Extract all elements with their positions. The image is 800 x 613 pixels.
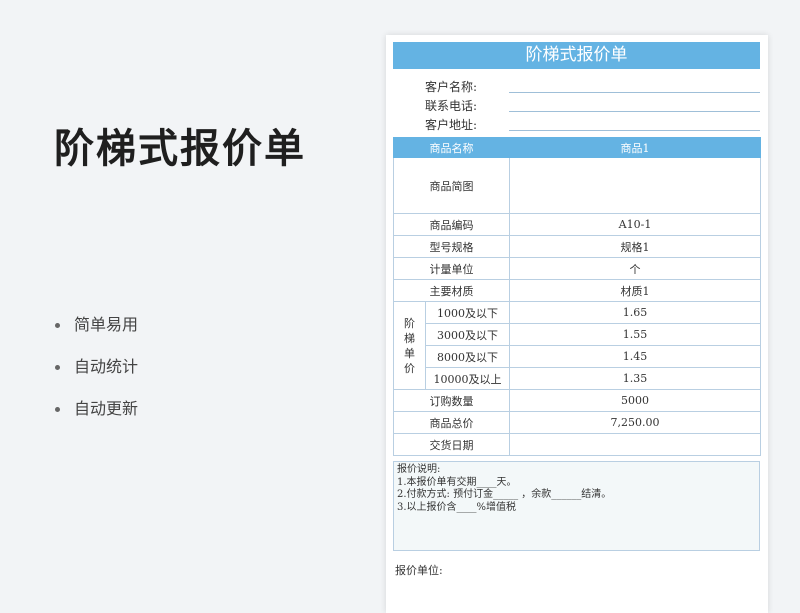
client-address-label: 客户地址: [425, 118, 478, 132]
table-row: 商品编码 A10-1 [393, 213, 761, 236]
table-row: 8000及以下 1.45 [394, 345, 761, 368]
table-row: 订购数量 5000 [393, 389, 761, 412]
row-label: 订购数量 [393, 389, 510, 412]
tier-label: 3000及以下 [425, 323, 510, 346]
tier-value[interactable]: 1.35 [509, 367, 761, 390]
table-row: 商品总价 7,250.00 [393, 411, 761, 434]
row-value[interactable]: 5000 [509, 389, 761, 412]
client-address-field[interactable] [509, 130, 760, 131]
row-label: 型号规格 [393, 235, 510, 258]
sheet-title: 阶梯式报价单 [393, 42, 760, 69]
row-label: 交货日期 [393, 433, 510, 456]
bullet-icon [55, 365, 60, 370]
row-value[interactable]: 材质1 [509, 279, 761, 302]
table-row: 计量单位 个 [393, 257, 761, 280]
quote-table: 商品名称 商品1 商品简图 商品编码 A10-1 型号规格 规格1 计量单位 个… [393, 137, 761, 456]
client-phone-row: 联系电话: [393, 95, 760, 114]
tier-label-char: 梯 [404, 331, 415, 345]
feature-label: 自动更新 [74, 399, 139, 418]
tier-value[interactable]: 1.65 [509, 301, 761, 324]
notes-line: 2.付款方式: 预付订金_____ ，余款______结清。 [397, 489, 612, 500]
feature-item: 自动更新 [55, 396, 138, 438]
client-name-field[interactable] [509, 92, 760, 93]
row-value[interactable] [509, 433, 761, 456]
feature-label: 自动统计 [74, 357, 139, 376]
row-label: 计量单位 [393, 257, 510, 280]
table-row: 10000及以上 1.35 [394, 367, 761, 390]
quote-issuer-label: 报价单位: [395, 564, 443, 577]
notes-title: 报价说明: [397, 464, 441, 475]
feature-item: 简单易用 [55, 312, 138, 354]
row-label: 主要材质 [393, 279, 510, 302]
table-row: 主要材质 材质1 [393, 279, 761, 302]
bullet-icon [55, 323, 60, 328]
quote-sheet: 阶梯式报价单 客户名称: 联系电话: 客户地址: 商品名称 商品1 商品简图 商… [386, 35, 768, 613]
table-row: 阶 梯 单 价 1000及以下 1.65 [393, 301, 761, 390]
client-name-label: 客户名称: [425, 80, 478, 94]
header-product-value: 商品1 [509, 137, 761, 158]
quote-notes: 报价说明: 1.本报价单有交期____天。 2.付款方式: 预付订金_____ … [393, 461, 760, 551]
feature-item: 自动统计 [55, 354, 138, 396]
bullet-icon [55, 407, 60, 412]
product-image-cell[interactable] [509, 157, 761, 214]
tier-price-label: 阶 梯 单 价 [393, 301, 426, 390]
row-value[interactable]: 7,250.00 [509, 411, 761, 434]
client-address-row: 客户地址: [393, 114, 760, 133]
row-label: 商品总价 [393, 411, 510, 434]
table-row: 型号规格 规格1 [393, 235, 761, 258]
client-phone-label: 联系电话: [425, 99, 478, 113]
tier-label-char: 单 [404, 346, 415, 360]
tier-label-char: 价 [404, 361, 415, 375]
tier-value[interactable]: 1.45 [509, 345, 761, 368]
tier-label: 10000及以上 [425, 367, 510, 390]
table-row: 3000及以下 1.55 [394, 323, 761, 346]
tier-label: 8000及以下 [425, 345, 510, 368]
tier-label: 1000及以下 [425, 301, 510, 324]
row-value[interactable]: A10-1 [509, 213, 761, 236]
table-row: 商品简图 [393, 157, 761, 214]
notes-line: 3.以上报价含____%增值税 [397, 501, 517, 513]
table-header-row: 商品名称 商品1 [393, 137, 761, 158]
notes-line: 1.本报价单有交期____天。 [397, 476, 517, 488]
row-label: 商品编码 [393, 213, 510, 236]
row-value[interactable]: 个 [509, 257, 761, 280]
header-product-name: 商品名称 [393, 137, 510, 158]
image-label: 商品简图 [393, 157, 510, 214]
tier-value[interactable]: 1.55 [509, 323, 761, 346]
hero-title: 阶梯式报价单 [54, 126, 306, 172]
feature-list: 简单易用 自动统计 自动更新 [55, 312, 138, 438]
feature-label: 简单易用 [74, 315, 139, 334]
table-row: 交货日期 [393, 433, 761, 456]
row-value[interactable]: 规格1 [509, 235, 761, 258]
client-phone-field[interactable] [509, 111, 760, 112]
tier-label-char: 阶 [404, 316, 415, 330]
client-name-row: 客户名称: [393, 76, 760, 95]
